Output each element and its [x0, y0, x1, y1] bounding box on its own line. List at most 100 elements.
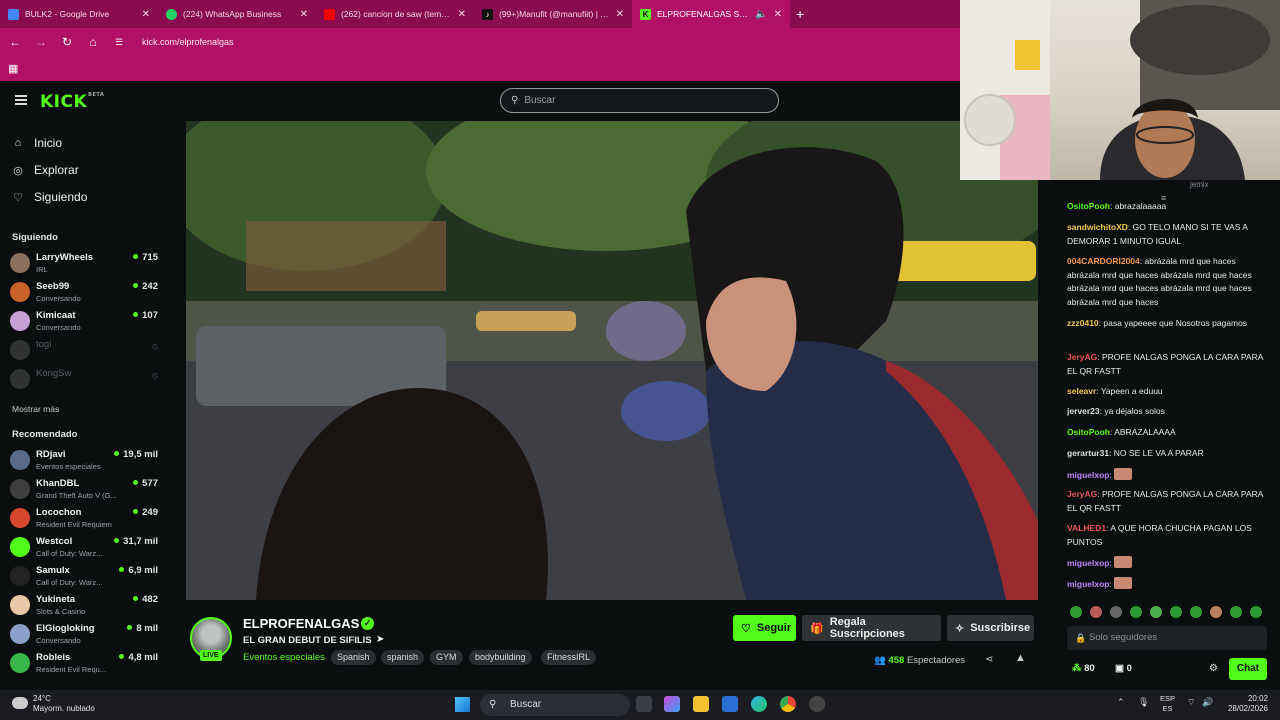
browser-tab[interactable]: (262) cancion de saw (tema orig...✕: [316, 0, 474, 28]
tag-fitnessirl[interactable]: FitnessIRL: [541, 650, 597, 665]
points-counter[interactable]: ⁂ 80: [1072, 663, 1095, 674]
nav-siguiendo[interactable]: ♡ Siguiendo: [12, 190, 87, 204]
chrome-icon[interactable]: [780, 696, 796, 712]
tray-chevron-icon[interactable]: ⌃: [1117, 697, 1125, 708]
video-player[interactable]: [186, 121, 1038, 600]
weather-widget[interactable]: 24°C Mayorm. nublado: [33, 694, 95, 714]
emote-icon[interactable]: [1090, 606, 1102, 618]
chat-username[interactable]: seleavr: [1067, 386, 1096, 396]
sidebar-channel-elgiogloking[interactable]: ElGiogloking Conversando 8 mil: [10, 621, 160, 648]
chat-username[interactable]: JeryAG: [1067, 489, 1097, 499]
new-tab-button[interactable]: +: [796, 6, 804, 22]
emote-icon[interactable]: [1150, 606, 1162, 618]
language-indicator[interactable]: ESP ES: [1160, 694, 1175, 714]
chat-username[interactable]: sandwichitoXD: [1067, 222, 1128, 232]
sidebar-channel-yukineta[interactable]: Yukineta Slots & Casino 482: [10, 592, 160, 619]
report-icon[interactable]: ▲: [1015, 652, 1026, 664]
follow-button[interactable]: ♡ Seguir: [733, 615, 796, 641]
chat-username[interactable]: miguelxop: [1067, 470, 1110, 480]
windows-start-icon[interactable]: [455, 697, 470, 712]
app-icon[interactable]: [809, 696, 825, 712]
sidebar-channel-westcol[interactable]: Westcol Call of Duty: Warz... 31,7 mil: [10, 534, 160, 561]
channel-name[interactable]: ELPROFENALGAS: [243, 616, 359, 631]
menu-icon[interactable]: [15, 95, 27, 105]
chat-send-button[interactable]: Chat: [1229, 658, 1267, 680]
emote-icon[interactable]: [1190, 606, 1202, 618]
emote-icon[interactable]: [1170, 606, 1182, 618]
forward-icon[interactable]: →: [34, 35, 48, 49]
chat-username[interactable]: OsitoPooh: [1067, 427, 1110, 437]
chat-message[interactable]: JeryAG: PROFE NALGAS PONGA LA CARA PARA …: [1067, 351, 1267, 378]
site-info-icon[interactable]: ☰: [112, 37, 126, 48]
close-icon[interactable]: ✕: [616, 9, 624, 20]
chat-username[interactable]: miguelxop: [1067, 558, 1110, 568]
home-browser-icon[interactable]: ⌂: [86, 35, 100, 49]
share-icon[interactable]: ⋖: [985, 654, 993, 665]
chat-message[interactable]: JeryAG: PROFE NALGAS PONGA LA CARA PARA …: [1067, 488, 1267, 515]
kick-logo[interactable]: KICKBETA: [40, 92, 104, 112]
nav-explorar[interactable]: ◎ Explorar: [12, 163, 79, 177]
emote-icon[interactable]: [1110, 606, 1122, 618]
chat-message[interactable]: OsitoPooh: ABRAZALAAAA: [1067, 426, 1267, 440]
search-input[interactable]: ⚲ Buscar: [500, 88, 779, 113]
task-view-icon[interactable]: [636, 696, 652, 712]
close-icon[interactable]: ✕: [142, 9, 150, 20]
sidebar-channel-seeb99[interactable]: Seeb99 Conversando 242: [10, 279, 160, 306]
chat-username[interactable]: zzz0410: [1067, 318, 1099, 328]
tag-gym[interactable]: GYM: [430, 650, 463, 665]
sidebar-channel-robleis[interactable]: Robleis Resident Evil Requ... 4,8 mil: [10, 650, 160, 677]
sidebar-channel-khandbl[interactable]: KhanDBL Grand Theft Auto V (G... 577: [10, 476, 160, 503]
chat-username[interactable]: 004CARDORI2004: [1067, 256, 1140, 266]
chat-message[interactable]: seleavr: Yapeen a eduuu: [1067, 385, 1267, 399]
chat-message[interactable]: VALHED1: A QUE HORA CHUCHA PAGAN LOS PUN…: [1067, 522, 1267, 549]
volume-icon[interactable]: 🔊: [1202, 697, 1213, 708]
sidebar-channel-kimicaat[interactable]: Kimicaat Conversando 107: [10, 308, 160, 335]
clock[interactable]: 20:02 28/02/2026: [1222, 694, 1268, 714]
chat-message[interactable]: 004CARDORI2004: abrázala mrd que haces a…: [1067, 255, 1267, 309]
back-icon[interactable]: ←: [8, 35, 22, 49]
tag-bodybuilding[interactable]: bodybuilding: [469, 650, 532, 665]
emote-icon[interactable]: [1070, 606, 1082, 618]
chat-message[interactable]: zzz0410: pasa yapeeee que Nosotros pagam…: [1067, 317, 1267, 331]
chat-username[interactable]: miguelxop: [1067, 579, 1110, 589]
gifts-counter[interactable]: ▣ 0: [1115, 663, 1132, 674]
emote-icon[interactable]: [1130, 606, 1142, 618]
show-more-link[interactable]: Mostrar más: [12, 404, 59, 414]
network-icon[interactable]: ⌔: [1187, 697, 1195, 708]
tag-spanish-lower[interactable]: spanish: [381, 650, 425, 665]
close-icon[interactable]: ✕: [458, 9, 466, 20]
sidebar-channel-rdjavi[interactable]: RDjavi Eventos especiales 19,5 mil: [10, 447, 160, 474]
chat-message[interactable]: miguelxop:: [1067, 468, 1267, 483]
chat-message[interactable]: sandwichitoXD: GO TELO MANO SI TE VAS A …: [1067, 221, 1267, 248]
nav-inicio[interactable]: ⌂ Inicio: [12, 136, 62, 150]
browser-tab[interactable]: BULK2 - Google Drive ✕: [0, 0, 158, 28]
sidebar-channel-togi[interactable]: togi ⦸: [10, 337, 160, 364]
chat-username[interactable]: jerver23: [1067, 406, 1100, 416]
close-icon[interactable]: ✕: [300, 9, 308, 20]
chat-username[interactable]: gerartur31: [1067, 448, 1109, 458]
chat-input[interactable]: 🔒 Solo seguidores: [1067, 626, 1267, 650]
tag-spanish[interactable]: Spanish: [331, 650, 376, 665]
chat-message[interactable]: OsitoPooh: abrazalaaaaa: [1067, 200, 1267, 214]
apps-grid-icon[interactable]: ▦: [8, 62, 18, 75]
chat-message[interactable]: miguelxop:: [1067, 556, 1267, 571]
speaker-icon[interactable]: 🔈: [755, 9, 767, 20]
chat-username[interactable]: VALHED1: [1067, 523, 1106, 533]
store-icon[interactable]: [722, 696, 738, 712]
subscribe-button[interactable]: ✧ Suscribirse: [947, 615, 1034, 641]
close-icon[interactable]: ✕: [774, 9, 782, 20]
chat-message[interactable]: miguelxop:: [1067, 577, 1267, 592]
reload-icon[interactable]: ↻: [60, 35, 74, 49]
sidebar-channel-samulx[interactable]: Samulx Call of Duty: Warz... 6,9 mil: [10, 563, 160, 590]
browser-tab-active[interactable]: KELPROFENALGAS Stream - ...🔈✕: [632, 0, 790, 28]
sidebar-channel-larrywheels[interactable]: LarryWheels IRL 715: [10, 250, 160, 277]
chat-username[interactable]: OsitoPooh: [1067, 201, 1110, 211]
taskbar-search[interactable]: ⚲ Buscar: [480, 694, 630, 716]
chat-message[interactable]: jerver23: ya déjalos solos: [1067, 405, 1267, 419]
edge-icon[interactable]: [751, 696, 767, 712]
url-field[interactable]: kick.com/elprofenalgas: [142, 37, 234, 47]
emote-icon[interactable]: [1230, 606, 1242, 618]
browser-tab[interactable]: (224) WhatsApp Business ✕: [158, 0, 316, 28]
microphone-icon[interactable]: 🎙: [1138, 697, 1149, 708]
chat-message[interactable]: gerartur31: NO SE LE VA A PARAR: [1067, 447, 1267, 461]
